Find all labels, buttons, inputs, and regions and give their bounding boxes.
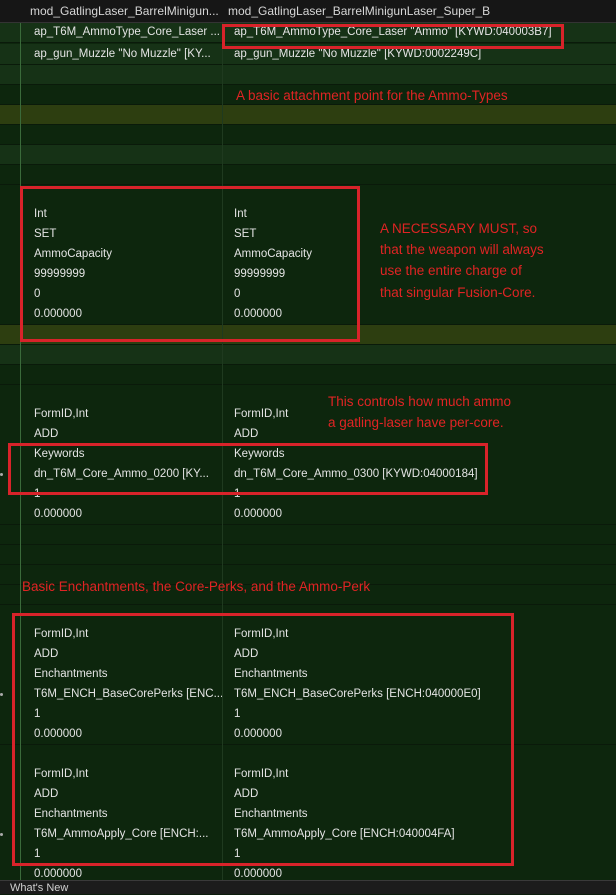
empty-row[interactable]	[0, 64, 616, 85]
row-marker-dot	[0, 693, 3, 696]
highlight-box-ammocapacity	[20, 186, 360, 342]
annotation-necessary-1: A NECESSARY MUST, so	[380, 221, 538, 236]
cell-right: 0.000000	[234, 508, 282, 520]
row-marker-dot	[0, 473, 3, 476]
empty-row[interactable]	[0, 164, 616, 185]
empty-row[interactable]	[0, 544, 616, 565]
cell-left: ap_T6M_AmmoType_Core_Laser ...	[34, 26, 221, 38]
cell-left: 0.000000	[34, 508, 82, 520]
highlight-box-enchantments	[12, 613, 514, 866]
table-row[interactable]: 0.000000 0.000000	[0, 504, 616, 525]
empty-row[interactable]	[0, 524, 616, 545]
table-row[interactable]: 0.000000 0.000000	[0, 864, 616, 880]
highlight-box-ammotype	[222, 24, 564, 49]
cell-left: FormID,Int	[34, 408, 89, 420]
whats-new-label[interactable]: What's New	[10, 882, 68, 894]
empty-row[interactable]	[0, 144, 616, 165]
annotation-controls-2: a gatling-laser have per-core.	[328, 415, 504, 430]
annotation-enchantments: Basic Enchantments, the Core-Perks, and …	[22, 579, 371, 594]
cell-left: 0.000000	[34, 868, 82, 880]
annotation-necessary-3: use the entire charge of	[380, 263, 522, 278]
row-marker-dot	[0, 833, 3, 836]
empty-row[interactable]	[0, 364, 616, 385]
column-header-2[interactable]: mod_GatlingLaser_BarrelMinigunLaser_Supe…	[228, 0, 608, 22]
cell-left: ADD	[34, 428, 59, 440]
empty-row[interactable]	[0, 104, 616, 125]
column-header-1[interactable]: mod_GatlingLaser_BarrelMinigun...	[30, 0, 220, 22]
status-bar: What's New	[0, 880, 616, 894]
cell-left: ap_gun_Muzzle "No Muzzle" [KY...	[34, 48, 211, 60]
annotation-necessary-2: that the weapon will always	[380, 242, 544, 257]
empty-row[interactable]	[0, 124, 616, 145]
cell-right: 0.000000	[234, 868, 282, 880]
annotation-controls-1: This controls how much ammo	[328, 394, 512, 409]
table-row[interactable]: FormID,Int FormID,Int	[0, 404, 616, 425]
highlight-box-keywords	[8, 443, 488, 495]
annotation-necessary-4: that singular Fusion-Core.	[380, 285, 536, 300]
annotation-ammo-types: A basic attachment point for the Ammo-Ty…	[236, 88, 508, 103]
empty-row[interactable]	[0, 384, 616, 405]
empty-row[interactable]	[0, 344, 616, 365]
column-header-row: mod_GatlingLaser_BarrelMinigun... mod_Ga…	[0, 0, 616, 23]
table-row[interactable]: ADD ADD	[0, 424, 616, 445]
